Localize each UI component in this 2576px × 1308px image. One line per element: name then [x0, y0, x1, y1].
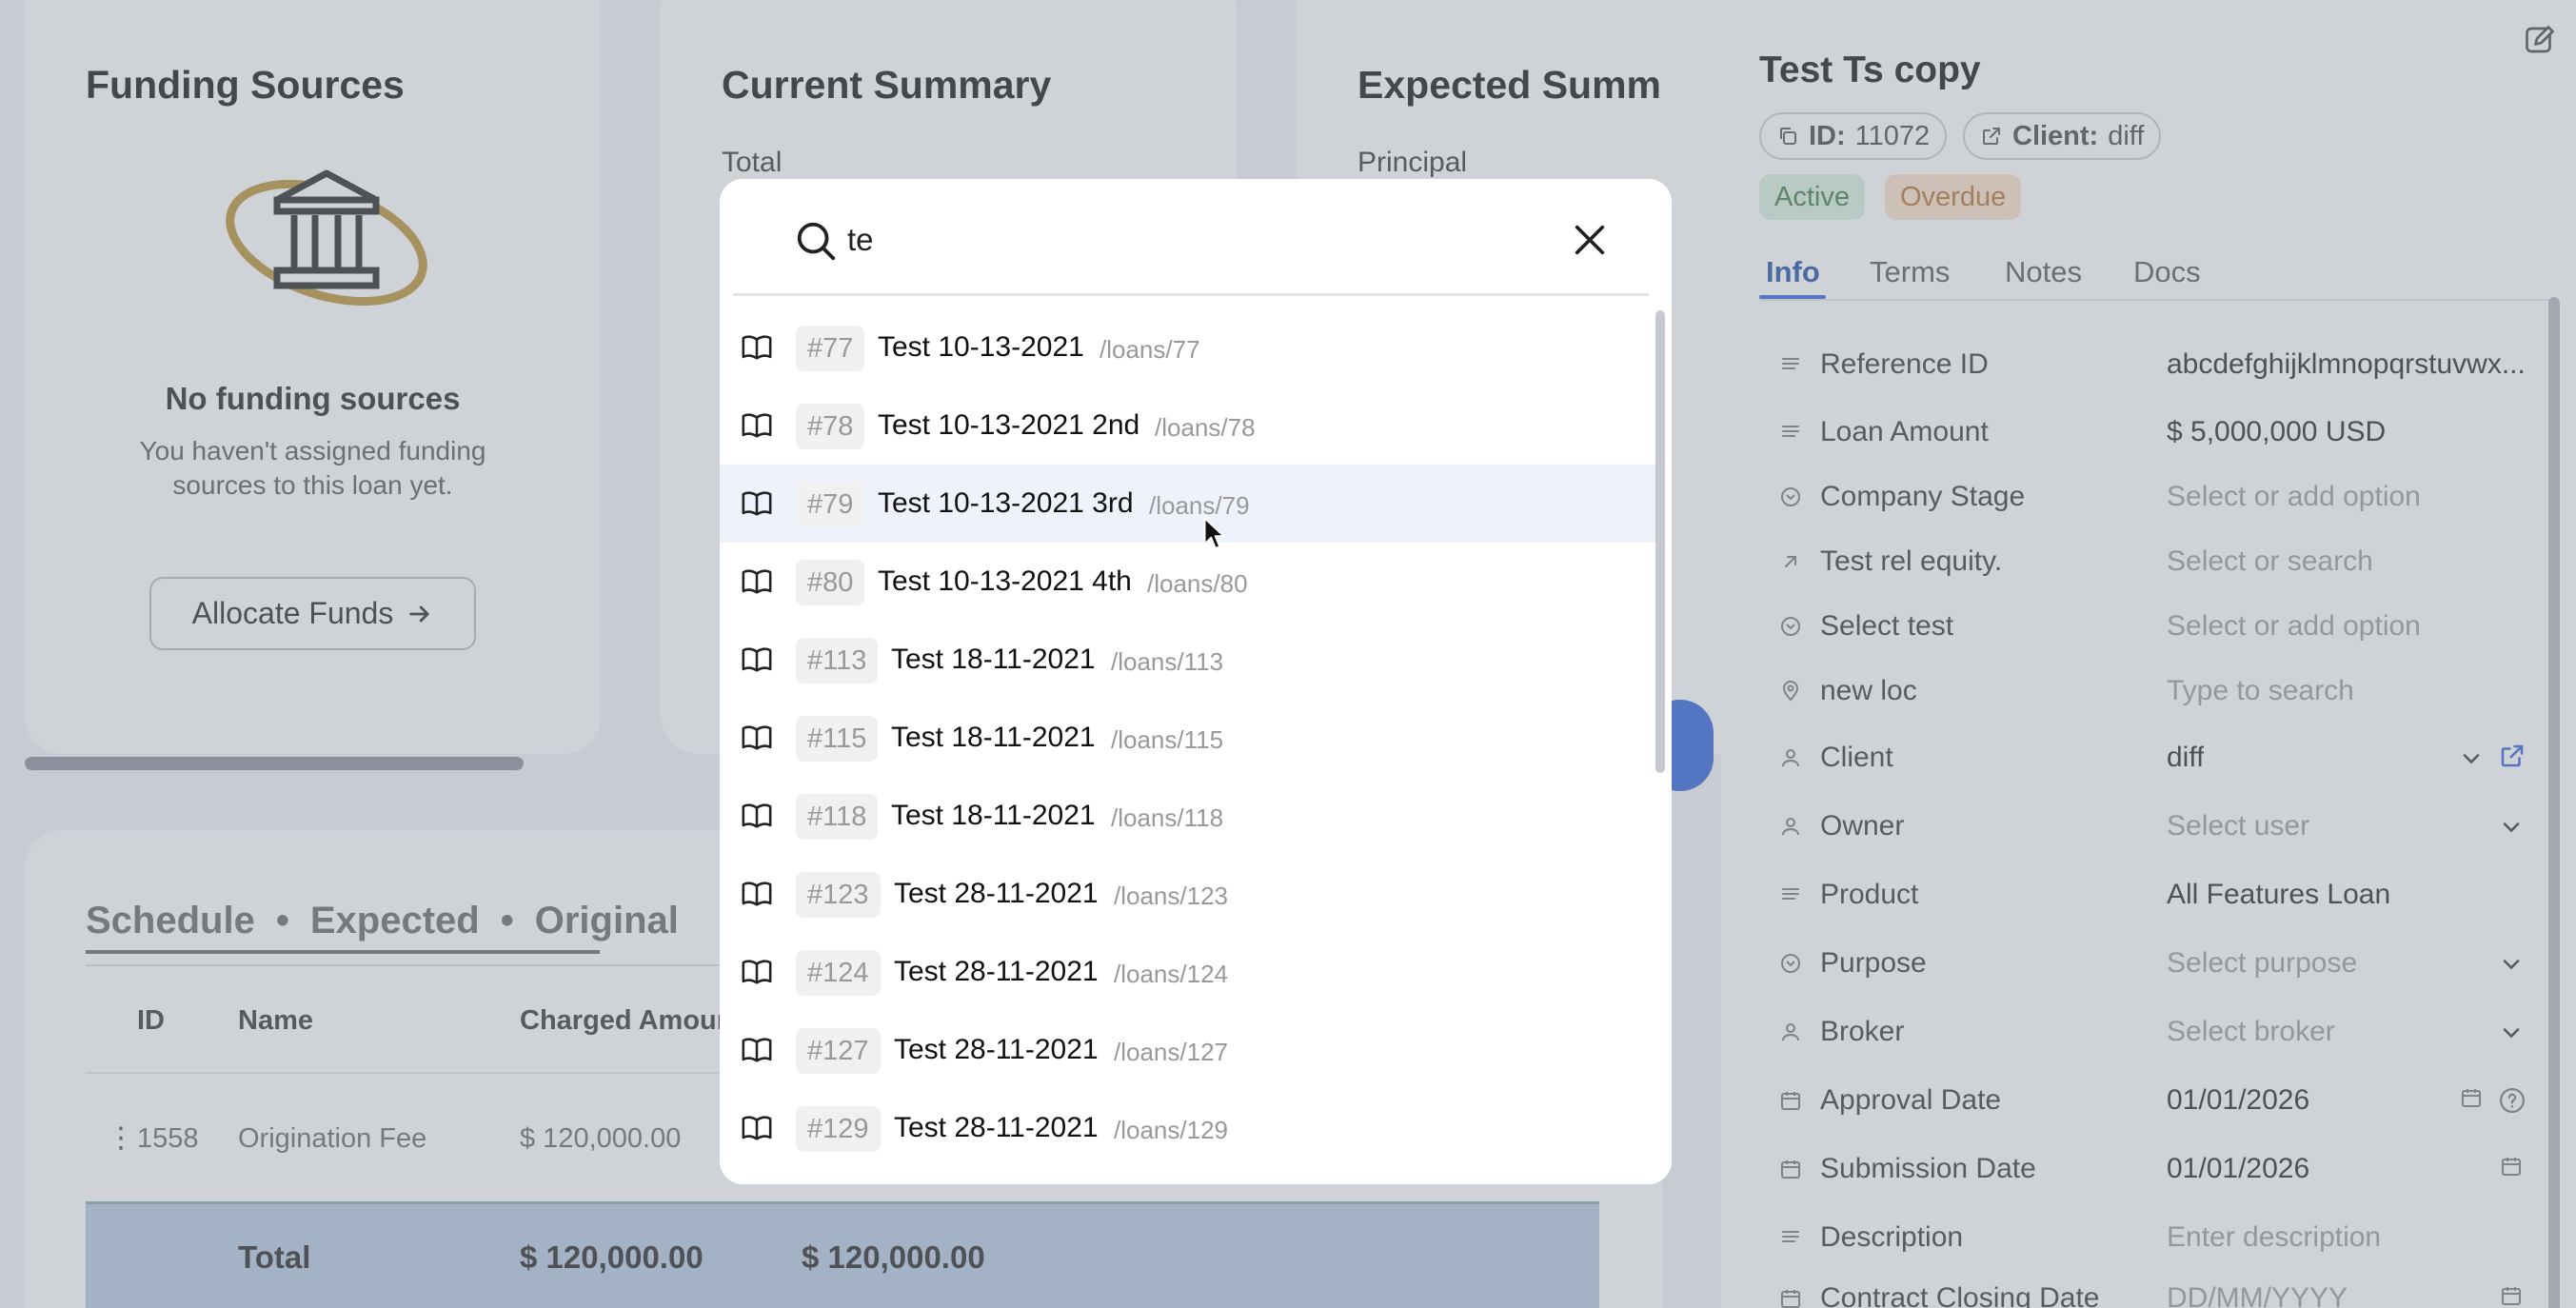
- result-title: Test 10-13-2021: [878, 331, 1084, 363]
- result-path: /loans/115: [1111, 725, 1224, 754]
- book-icon: [742, 725, 772, 750]
- book-icon: [742, 1116, 772, 1140]
- result-path: /loans/80: [1147, 569, 1248, 598]
- result-path: /loans/127: [1114, 1038, 1228, 1066]
- search-result-item[interactable]: #80 Test 10-13-2021 4th/loans/80: [720, 543, 1657, 621]
- result-title: Test 28-11-2021: [894, 1112, 1099, 1143]
- results-scrollbar[interactable]: [1655, 310, 1665, 773]
- search-result-item[interactable]: #124 Test 28-11-2021/loans/124: [720, 933, 1657, 1011]
- result-number-badge: #115: [796, 716, 879, 762]
- result-number-badge: #127: [796, 1028, 881, 1074]
- search-modal: #77 Test 10-13-2021/loans/77 #78 Test 10-13…: [720, 179, 1672, 1184]
- book-icon: [742, 413, 772, 438]
- result-number-badge: #78: [796, 404, 865, 449]
- result-path: /loans/113: [1111, 647, 1224, 676]
- search-icon: [797, 222, 836, 261]
- book-icon: [742, 569, 772, 594]
- result-path: /loans/118: [1111, 803, 1224, 832]
- book-icon: [742, 1038, 772, 1062]
- result-path: /loans/124: [1114, 960, 1228, 988]
- search-result-item[interactable]: #113 Test 18-11-2021/loans/113: [720, 621, 1657, 699]
- result-number-badge: #129: [796, 1106, 881, 1152]
- book-icon: [742, 960, 772, 984]
- result-title: Test 10-13-2021 2nd: [878, 409, 1140, 441]
- search-result-item[interactable]: #78 Test 10-13-2021 2nd/loans/78: [720, 386, 1657, 465]
- result-title: Test 18-11-2021: [891, 800, 1096, 831]
- result-title: Test 28-11-2021: [894, 956, 1099, 987]
- result-number-badge: #123: [796, 872, 881, 918]
- result-number-badge: #79: [796, 482, 865, 527]
- result-title: Test 10-13-2021 3rd: [878, 487, 1134, 519]
- result-title: Test 18-11-2021: [891, 722, 1096, 753]
- book-icon: [742, 491, 772, 516]
- book-icon: [742, 647, 772, 672]
- result-number-badge: #118: [796, 794, 879, 840]
- result-path: /loans/129: [1114, 1116, 1228, 1144]
- result-path: /loans/123: [1114, 882, 1228, 910]
- search-bar: [720, 179, 1672, 293]
- mouse-cursor-icon: [1203, 517, 1225, 549]
- search-result-item[interactable]: #79 Test 10-13-2021 3rd/loans/79: [720, 465, 1657, 543]
- search-result-item[interactable]: #129 Test 28-11-2021/loans/129: [720, 1089, 1657, 1167]
- search-result-item[interactable]: #118 Test 18-11-2021/loans/118: [720, 777, 1657, 855]
- result-path: /loans/77: [1100, 335, 1200, 364]
- search-input[interactable]: [847, 211, 1437, 268]
- result-title: Test 18-11-2021: [891, 644, 1096, 675]
- search-results-list: #77 Test 10-13-2021/loans/77 #78 Test 10-13…: [720, 308, 1657, 1167]
- result-number-badge: #80: [796, 560, 865, 605]
- result-path: /loans/79: [1149, 491, 1250, 520]
- result-title: Test 28-11-2021: [894, 1034, 1099, 1065]
- result-number-badge: #77: [796, 326, 865, 371]
- search-result-item[interactable]: #123 Test 28-11-2021/loans/123: [720, 855, 1657, 933]
- result-path: /loans/78: [1155, 413, 1256, 442]
- result-title: Test 10-13-2021 4th: [878, 565, 1132, 597]
- search-result-item[interactable]: #115 Test 18-11-2021/loans/115: [720, 699, 1657, 777]
- result-number-badge: #113: [796, 638, 879, 684]
- book-icon: [742, 335, 772, 360]
- search-divider: [733, 293, 1649, 296]
- search-result-item[interactable]: #77 Test 10-13-2021/loans/77: [720, 308, 1657, 386]
- result-number-badge: #124: [796, 950, 881, 996]
- search-result-item[interactable]: #127 Test 28-11-2021/loans/127: [720, 1011, 1657, 1089]
- book-icon: [742, 882, 772, 906]
- app-background: Funding Sources No funding sources You h…: [0, 0, 2576, 1308]
- close-icon[interactable]: [1571, 221, 1609, 259]
- book-icon: [742, 803, 772, 828]
- result-title: Test 28-11-2021: [894, 878, 1099, 909]
